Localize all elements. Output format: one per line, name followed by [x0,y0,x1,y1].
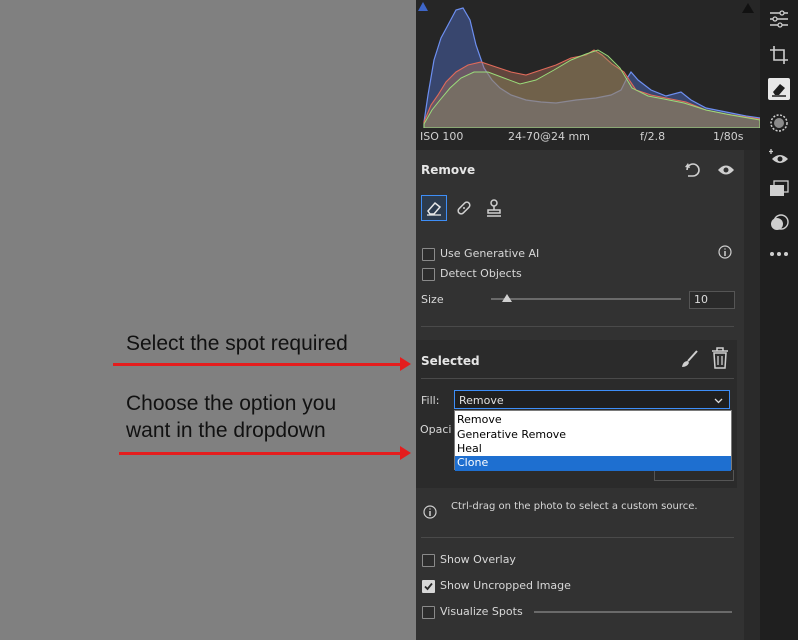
opacity-value-field[interactable] [654,470,734,481]
redeye-icon[interactable] [768,146,790,168]
more-icon[interactable] [768,243,790,265]
fill-options-list: Remove Generative Remove Heal Clone [454,410,732,471]
shutter-value: 1/80s [713,130,744,143]
detect-objects-label: Detect Objects [440,267,522,280]
shadow-clip-indicator[interactable] [418,2,428,11]
size-value-field[interactable]: 10 [689,291,735,309]
histogram: ISO 100 24-70@24 mm f/2.8 1/80s [416,0,760,150]
annotation-step2-line2: want in the dropdown [126,419,326,442]
show-overlay-checkbox[interactable] [422,554,435,567]
size-label: Size [421,293,444,306]
fill-option-generative-remove[interactable]: Generative Remove [455,428,731,443]
fill-option-remove[interactable]: Remove [455,413,731,428]
use-generative-ai-checkbox[interactable] [422,248,435,261]
visibility-eye-icon[interactable] [717,163,735,180]
annotation-arrow-2 [119,446,411,460]
eraser-tool[interactable] [421,195,447,221]
sliders-icon[interactable] [768,8,790,30]
use-generative-ai-label: Use Generative AI [440,247,540,260]
presets-icon[interactable] [768,178,790,200]
detect-objects-checkbox[interactable] [422,268,435,281]
iso-value: ISO 100 [420,130,464,143]
size-slider-track[interactable] [491,298,681,300]
eraser-icon [427,201,442,216]
fill-dropdown[interactable]: Remove [454,390,730,409]
masking-icon[interactable] [768,112,790,134]
tool-rail [760,0,798,640]
info-icon[interactable] [718,245,732,262]
show-overlay-label: Show Overlay [440,553,516,566]
remove-title: Remove [421,163,476,177]
visualize-spots-checkbox[interactable] [422,606,435,619]
versions-icon[interactable] [768,212,790,234]
opacity-label: Opaci [420,423,452,436]
selected-title: Selected [421,354,480,368]
show-uncropped-label: Show Uncropped Image [440,579,571,592]
clone-tool[interactable] [482,196,506,220]
brush-icon[interactable] [679,349,699,372]
options-divider [421,537,734,538]
fill-option-clone[interactable]: Clone [455,456,731,471]
visualize-spots-label: Visualize Spots [440,605,523,618]
bandage-icon [457,201,471,215]
hint-info-icon [423,505,437,522]
stamp-icon [487,199,501,217]
remove-panel: ISO 100 24-70@24 mm f/2.8 1/80s Remove U… [416,0,760,640]
fill-dropdown-value: Remove [459,394,504,407]
fill-label: Fill: [421,394,440,407]
size-slider-thumb[interactable] [502,294,512,302]
heal-tool[interactable] [452,196,476,220]
selected-divider [421,378,734,379]
eraser-icon[interactable] [768,78,790,100]
aperture-value: f/2.8 [640,130,666,143]
annotation-arrow-1 [113,357,411,371]
checkmark-icon [424,582,433,591]
annotation-step2-line1: Choose the option you [126,392,337,415]
panel-scrollbar[interactable] [744,150,760,640]
visualize-spots-slider[interactable] [534,611,732,613]
reset-icon[interactable] [684,162,702,181]
trash-icon[interactable] [710,347,730,372]
photo-area: Select the spot required Choose the opti… [0,0,416,640]
annotation-step1: Select the spot required [126,332,348,355]
histogram-graph [423,7,760,128]
crop-icon[interactable] [768,44,790,66]
custom-source-hint: Ctrl-drag on the photo to select a custo… [451,501,698,512]
highlight-clip-indicator[interactable] [742,3,754,13]
divider [421,326,734,327]
lens-value: 24-70@24 mm [508,130,590,143]
show-uncropped-checkbox[interactable] [422,580,435,593]
fill-option-heal[interactable]: Heal [455,442,731,457]
